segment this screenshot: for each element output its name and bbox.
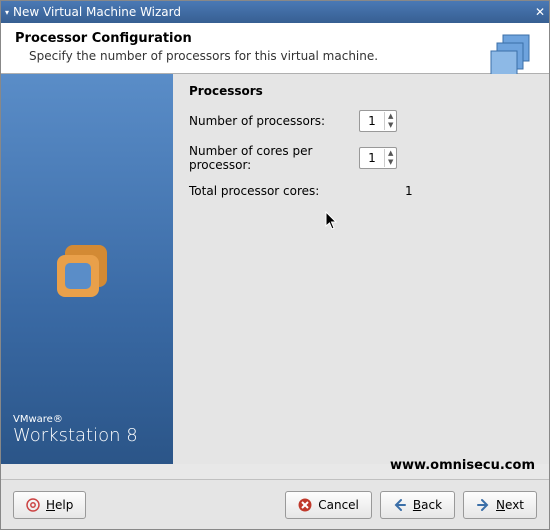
row-total-cores: Total processor cores: 1 bbox=[189, 184, 533, 198]
chevron-up-icon[interactable]: ▲ bbox=[385, 112, 396, 121]
vmware-logo-icon bbox=[51, 239, 123, 303]
help-button[interactable]: Help bbox=[13, 491, 86, 519]
brand-big: Workstation 8 bbox=[13, 425, 138, 446]
brand-small: VMware® bbox=[13, 414, 138, 425]
brand: VMware® Workstation 8 bbox=[13, 414, 138, 446]
total-cores-label: Total processor cores: bbox=[189, 184, 359, 198]
spinner-arrows[interactable]: ▲▼ bbox=[384, 149, 396, 167]
header-subtitle: Specify the number of processors for thi… bbox=[15, 49, 535, 63]
sidebar: VMware® Workstation 8 bbox=[1, 74, 173, 464]
spinner-arrows[interactable]: ▲▼ bbox=[384, 112, 396, 130]
wizard-content: VMware® Workstation 8 Processors Number … bbox=[1, 74, 549, 464]
section-title: Processors bbox=[189, 84, 533, 98]
row-num-processors: Number of processors: ▲▼ bbox=[189, 110, 533, 132]
help-label: elp bbox=[55, 498, 73, 512]
titlebar: ▾ New Virtual Machine Wizard ✕ bbox=[1, 1, 549, 23]
arrow-right-icon bbox=[476, 498, 490, 512]
main-panel: Processors Number of processors: ▲▼ Numb… bbox=[173, 74, 549, 464]
cancel-label: Cancel bbox=[318, 498, 359, 512]
cancel-button[interactable]: Cancel bbox=[285, 491, 372, 519]
arrow-left-icon bbox=[393, 498, 407, 512]
cancel-icon bbox=[298, 498, 312, 512]
wizard-window: ▾ New Virtual Machine Wizard ✕ Processor… bbox=[0, 0, 550, 530]
next-button[interactable]: Next bbox=[463, 491, 537, 519]
row-cores-per-proc: Number of cores per processor: ▲▼ bbox=[189, 144, 533, 172]
window-menu-icon[interactable]: ▾ bbox=[5, 8, 9, 17]
total-cores-value: 1 bbox=[405, 184, 413, 198]
help-icon bbox=[26, 498, 40, 512]
wizard-header: Processor Configuration Specify the numb… bbox=[1, 23, 549, 74]
cores-per-proc-input[interactable] bbox=[360, 151, 384, 165]
chevron-down-icon[interactable]: ▼ bbox=[385, 121, 396, 130]
button-bar: Help Cancel Back Next bbox=[1, 479, 549, 529]
processor-icon bbox=[489, 31, 537, 79]
footer-url: www.omnisecu.com bbox=[390, 458, 535, 473]
header-title: Processor Configuration bbox=[15, 31, 535, 46]
close-icon[interactable]: ✕ bbox=[535, 5, 545, 19]
num-processors-label: Number of processors: bbox=[189, 114, 359, 128]
window-title: New Virtual Machine Wizard bbox=[13, 5, 181, 19]
num-processors-spinner[interactable]: ▲▼ bbox=[359, 110, 397, 132]
chevron-down-icon[interactable]: ▼ bbox=[385, 158, 396, 167]
chevron-up-icon[interactable]: ▲ bbox=[385, 149, 396, 158]
cores-per-proc-spinner[interactable]: ▲▼ bbox=[359, 147, 397, 169]
num-processors-input[interactable] bbox=[360, 114, 384, 128]
cores-per-proc-label: Number of cores per processor: bbox=[189, 144, 359, 172]
back-button[interactable]: Back bbox=[380, 491, 455, 519]
help-label-u: H bbox=[46, 498, 55, 512]
